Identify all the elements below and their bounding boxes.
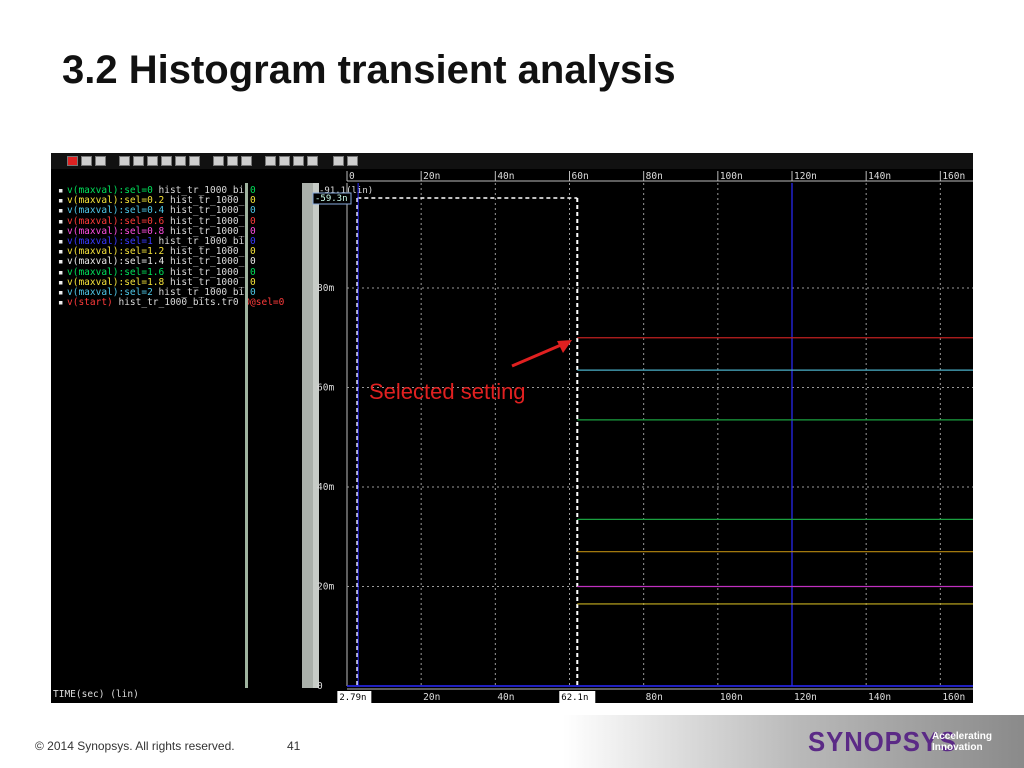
x-tick-label-bottom: 160n [942, 692, 965, 703]
y-tick-label: 0 [317, 681, 323, 692]
x-tick-label-bottom: 140n [868, 692, 891, 703]
x-tick-label-bottom: 20n [423, 692, 440, 703]
x-tick-label-top: 60n [572, 171, 589, 182]
waveform-plot[interactable]: 0020n20n40n40n60n60n80n80n100n100n120n12… [51, 153, 973, 703]
x-tick-label-top: 100n [720, 171, 743, 182]
x-tick-label-top: 80n [646, 171, 663, 182]
y-tick-label: 40m [317, 482, 334, 493]
y-tick-label: 60m [317, 383, 334, 394]
cursor-value: -59.3n [315, 194, 348, 204]
annotation-label: Selected setting [369, 379, 526, 404]
tagline-line2: Innovation [932, 742, 983, 753]
x-axis-label: TIME(sec) (lin) [53, 689, 139, 700]
x-tick-label-top: 120n [794, 171, 817, 182]
x-tick-label-bottom: 80n [646, 692, 663, 703]
y-tick-label: 20m [317, 582, 334, 593]
slide-title: 3.2 Histogram transient analysis [62, 48, 676, 92]
copyright: © 2014 Synopsys. All rights reserved. [35, 739, 235, 753]
x-tick-label-top: 0 [349, 171, 355, 182]
page-number: 41 [287, 739, 301, 753]
cursor1-label: 2.79n [339, 693, 366, 703]
x-tick-label-top: 40n [497, 171, 514, 182]
y-tick-label: 80m [317, 283, 334, 294]
x-tick-label-bottom: 40n [497, 692, 514, 703]
logo-tagline: Accelerating Innovation [932, 731, 992, 753]
x-tick-label-top: 140n [868, 171, 891, 182]
x-tick-label-bottom: 120n [794, 692, 817, 703]
waveform-viewer: ▪ v(maxval):sel=0 hist_tr_1000_bi 0 ▪ v(max… [51, 153, 973, 703]
x-tick-label-top: 160n [942, 171, 965, 182]
x-tick-label-top: 20n [423, 171, 440, 182]
x-tick-label-bottom: 100n [720, 692, 743, 703]
cursor2-label: 62.1n [561, 693, 588, 703]
tagline-line1: Accelerating [932, 731, 993, 742]
